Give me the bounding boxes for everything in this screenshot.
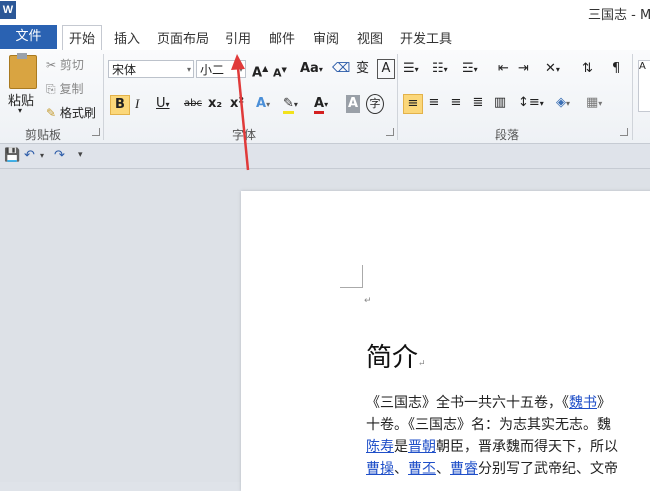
arrow-head-icon [231, 54, 245, 70]
arrow-shaft [236, 67, 250, 171]
annotation-arrow [231, 54, 250, 171]
